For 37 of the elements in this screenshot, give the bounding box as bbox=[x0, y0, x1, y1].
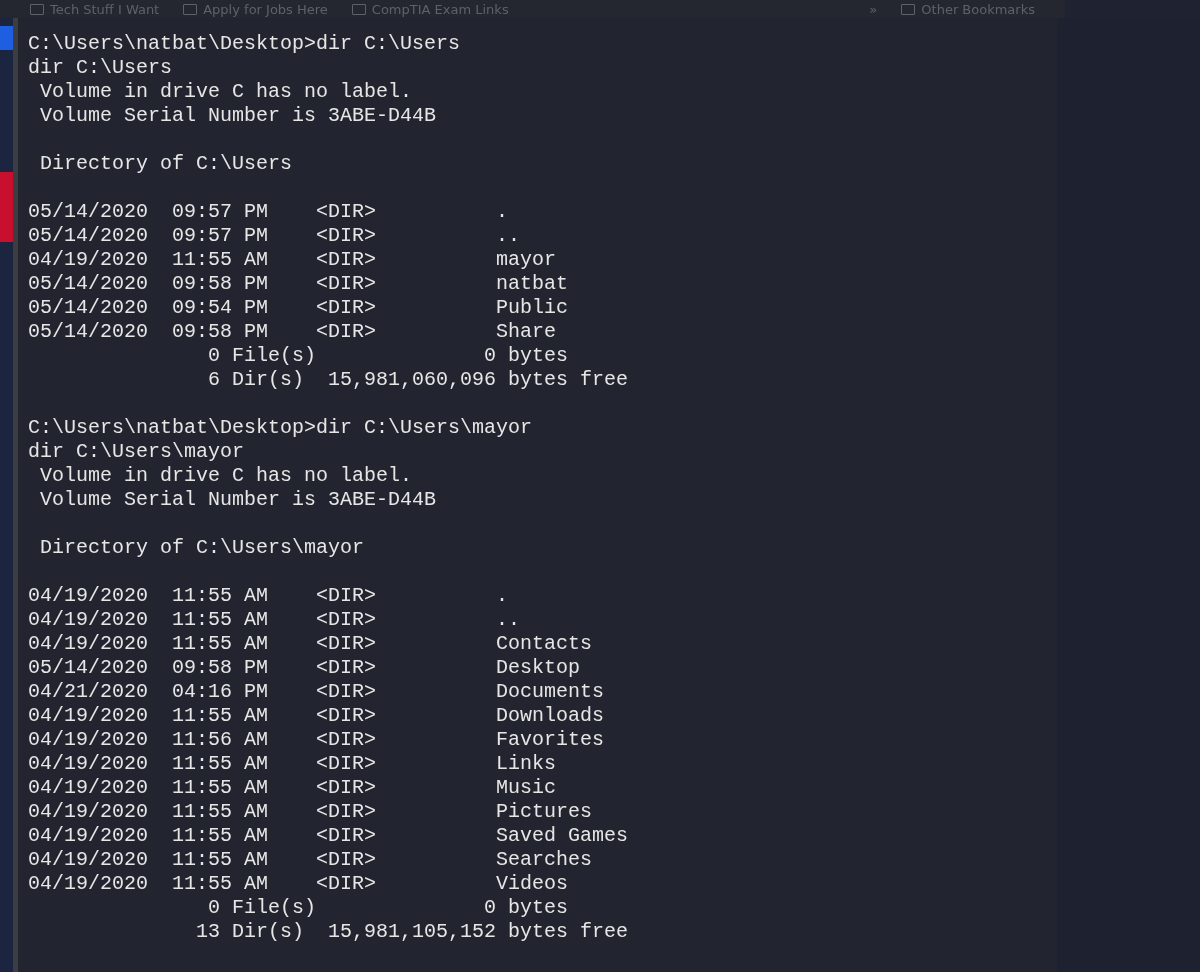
terminal-line: 04/19/2020 11:55 AM <DIR> Pictures bbox=[28, 800, 593, 824]
terminal-line: 04/19/2020 11:55 AM <DIR> Videos bbox=[28, 872, 569, 896]
terminal-line: 04/19/2020 11:55 AM <DIR> Links bbox=[28, 752, 557, 776]
terminal-line: dir C:\Users bbox=[28, 56, 173, 80]
terminal-line: 04/19/2020 11:55 AM <DIR> .. bbox=[28, 608, 521, 632]
terminal-line: Directory of C:\Users\mayor bbox=[39, 536, 365, 560]
terminal-line: Volume in drive C has no label. bbox=[39, 464, 413, 488]
terminal-line: Directory of C:\Users bbox=[39, 152, 293, 176]
terminal-line: Volume Serial Number is 3ABE-D44B bbox=[39, 104, 437, 128]
other-bookmarks-link[interactable]: Other Bookmarks bbox=[901, 1, 1035, 17]
terminal-line: 04/19/2020 11:55 AM <DIR> Searches bbox=[28, 848, 593, 872]
terminal-line: 04/19/2020 11:55 AM <DIR> mayor bbox=[28, 248, 557, 272]
terminal-line: 04/19/2020 11:56 AM <DIR> Favorites bbox=[28, 728, 605, 752]
bookmark-link[interactable]: Apply for Jobs Here bbox=[183, 1, 328, 17]
terminal-line: 0 File(s) 0 bytes bbox=[207, 896, 569, 920]
terminal-line: 05/14/2020 09:54 PM <DIR> Public bbox=[28, 296, 569, 320]
terminal-line: 6 Dir(s) 15,981,060,096 bytes free bbox=[207, 368, 629, 392]
terminal-line: dir C:\Users\mayor bbox=[28, 440, 245, 464]
terminal-line: 05/14/2020 09:58 PM <DIR> Desktop bbox=[28, 656, 581, 680]
terminal-line: 13 Dir(s) 15,981,105,152 bytes free bbox=[195, 920, 629, 944]
terminal-line: 04/19/2020 11:55 AM <DIR> Downloads bbox=[28, 704, 605, 728]
terminal-line: 05/14/2020 09:57 PM <DIR> . bbox=[28, 200, 509, 224]
terminal-line: 04/19/2020 11:55 AM <DIR> Saved Games bbox=[28, 824, 629, 848]
terminal-line: 04/19/2020 11:55 AM <DIR> Music bbox=[28, 776, 557, 800]
terminal-line: 04/21/2020 04:16 PM <DIR> Documents bbox=[28, 680, 605, 704]
overflow-chevron[interactable]: » bbox=[869, 1, 878, 17]
terminal-line: Volume in drive C has no label. bbox=[39, 80, 413, 104]
terminal-line: 04/19/2020 11:55 AM <DIR> Contacts bbox=[28, 632, 593, 656]
terminal-line: 05/14/2020 09:58 PM <DIR> natbat bbox=[28, 272, 569, 296]
terminal-line: C:\Users\natbat\Desktop>dir C:\Users\mayor bbox=[28, 416, 533, 440]
terminal-line: 0 File(s) 0 bytes bbox=[207, 344, 569, 368]
terminal-line: C:\Users\natbat\Desktop>dir C:\Users bbox=[28, 32, 461, 56]
terminal-line: 04/19/2020 11:55 AM <DIR> . bbox=[28, 584, 509, 608]
terminal-line: 05/14/2020 09:58 PM <DIR> Share bbox=[28, 320, 557, 344]
bookmark-link[interactable]: CompTIA Exam Links bbox=[351, 1, 509, 17]
terminal-line: Volume Serial Number is 3ABE-D44B bbox=[39, 488, 437, 512]
terminal-line: 05/14/2020 09:57 PM <DIR> .. bbox=[28, 224, 521, 248]
